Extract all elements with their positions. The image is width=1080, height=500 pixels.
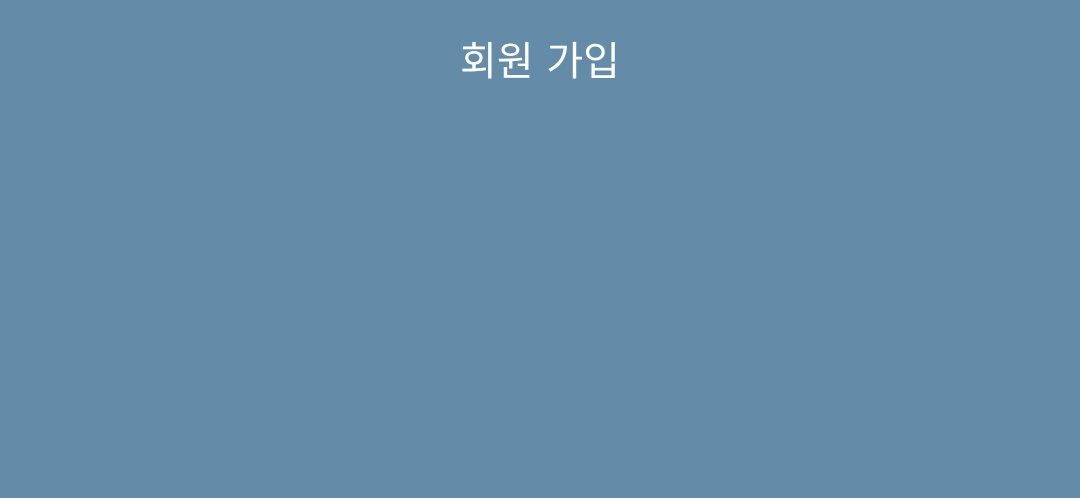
page-title: 회원 가입 bbox=[460, 39, 620, 85]
signup-page: 회원 가입 bbox=[0, 0, 1080, 498]
